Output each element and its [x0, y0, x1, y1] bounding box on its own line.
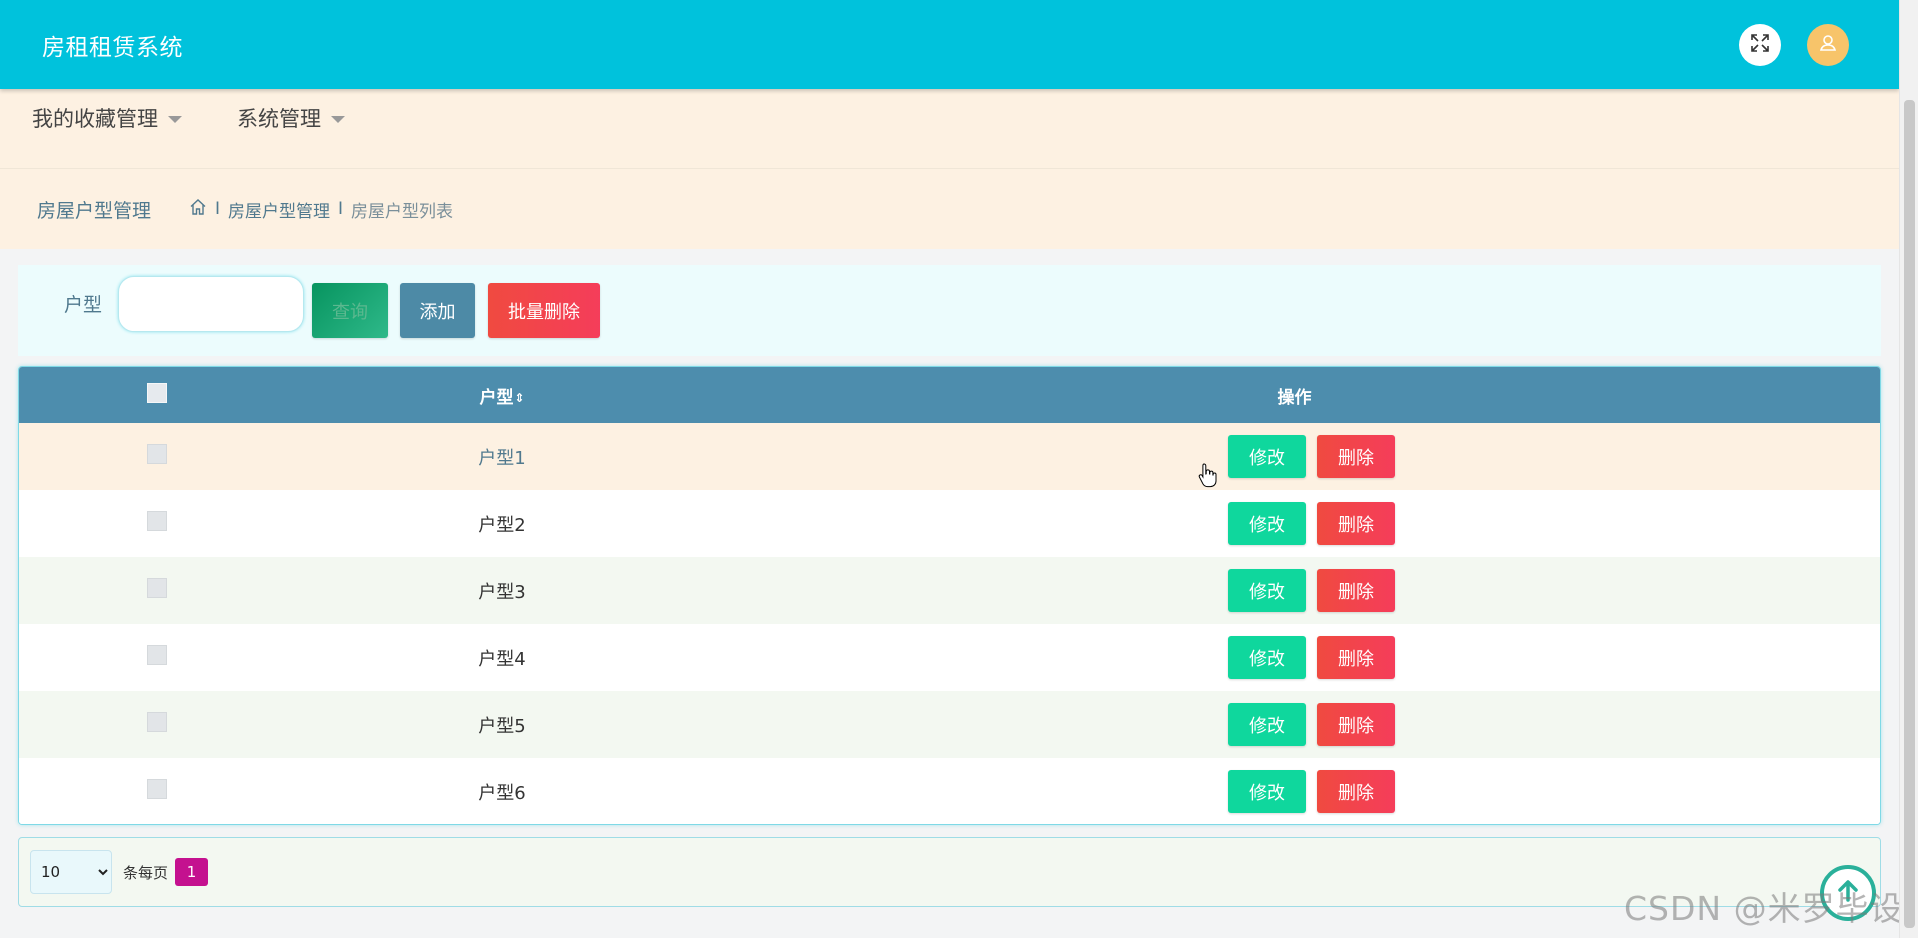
- top-menu: 我的收藏管理 系统管理: [0, 89, 1899, 169]
- table-row: 户型1 修改 删除: [19, 423, 1880, 490]
- top-header: 房租租赁系统: [0, 0, 1899, 89]
- menu-item-label: 我的收藏管理: [32, 107, 158, 131]
- breadcrumb-link[interactable]: 房屋户型管理: [228, 197, 330, 222]
- row-checkbox[interactable]: [147, 779, 167, 799]
- search-button[interactable]: 查询: [312, 283, 389, 338]
- row-name: 户型3: [478, 581, 526, 603]
- edit-button[interactable]: 修改: [1228, 569, 1306, 612]
- breadcrumb-separator: I: [215, 199, 221, 219]
- user-avatar-button[interactable]: [1807, 23, 1849, 66]
- select-all-checkbox[interactable]: [147, 382, 167, 403]
- page-title: 房屋户型管理: [37, 199, 152, 222]
- header-name[interactable]: 户型⇕: [295, 367, 709, 423]
- watermark: CSDN @米罗毕设: [1624, 889, 1904, 928]
- table-header-row: 户型⇕ 操作: [19, 367, 1880, 423]
- delete-button[interactable]: 删除: [1317, 703, 1395, 746]
- table-row: 户型3 修改 删除: [19, 557, 1880, 624]
- row-name: 户型5: [478, 715, 526, 737]
- batch-delete-button[interactable]: 批量删除: [488, 283, 601, 338]
- edit-button[interactable]: 修改: [1228, 703, 1306, 746]
- row-checkbox[interactable]: [147, 511, 167, 531]
- user-icon: [1818, 33, 1838, 57]
- page-number-current[interactable]: 1: [175, 858, 209, 886]
- row-name: 户型4: [478, 648, 526, 670]
- header-action: 操作: [709, 367, 1880, 423]
- edit-button[interactable]: 修改: [1228, 502, 1306, 545]
- column-action-label: 操作: [1277, 387, 1312, 408]
- data-table: 户型⇕ 操作 户型1 修改 删除 户型2 修改 删除 户型3 修改 删除 户型4…: [18, 366, 1881, 825]
- row-actions: 修改 删除: [1228, 636, 1395, 679]
- breadcrumb-panel: 房屋户型管理 I 房屋户型管理 I 房屋户型列表: [0, 169, 1899, 249]
- row-actions: 修改 删除: [1228, 435, 1395, 478]
- delete-button[interactable]: 删除: [1317, 569, 1395, 612]
- row-checkbox[interactable]: [147, 712, 167, 732]
- hand-cursor-icon: [1198, 462, 1218, 492]
- edit-button[interactable]: 修改: [1228, 770, 1306, 813]
- search-panel: 户型 查询 添加 批量删除: [18, 265, 1881, 356]
- fullscreen-button[interactable]: [1739, 23, 1781, 66]
- table-row: 户型5 修改 删除: [19, 691, 1880, 758]
- delete-button[interactable]: 删除: [1317, 636, 1395, 679]
- page-scrollbar[interactable]: [1899, 0, 1918, 938]
- fullscreen-icon: [1750, 33, 1770, 57]
- row-checkbox[interactable]: [147, 444, 167, 464]
- menu-system[interactable]: 系统管理: [237, 103, 345, 133]
- column-name-label: 户型: [479, 387, 514, 408]
- breadcrumb-current: 房屋户型列表: [351, 201, 454, 222]
- per-page-label: 条每页: [123, 863, 169, 882]
- row-checkbox[interactable]: [147, 645, 167, 665]
- page-size-select[interactable]: 10: [30, 850, 112, 894]
- search-label: 户型: [64, 294, 103, 316]
- table-row: 户型4 修改 删除: [19, 624, 1880, 691]
- search-input[interactable]: [118, 275, 305, 332]
- pagination: 10 条每页 1: [18, 837, 1881, 907]
- breadcrumb-separator: I: [338, 199, 344, 219]
- add-button[interactable]: 添加: [400, 283, 476, 338]
- breadcrumb: I 房屋户型管理 I 房屋户型列表: [189, 197, 453, 222]
- header-actions: [1739, 23, 1849, 66]
- edit-button[interactable]: 修改: [1228, 636, 1306, 679]
- delete-button[interactable]: 删除: [1317, 770, 1395, 813]
- page: 房租租赁系统 我的收藏管理 系统管理 房屋户型管理 I 房屋户型管理 I 房屋户…: [0, 0, 1918, 938]
- scrollbar-thumb[interactable]: [1904, 100, 1915, 928]
- sort-icon[interactable]: ⇕: [514, 391, 524, 405]
- delete-button[interactable]: 删除: [1317, 502, 1395, 545]
- header-select-all: [19, 367, 295, 423]
- table-row: 户型2 修改 删除: [19, 490, 1880, 557]
- row-name: 户型1: [478, 447, 526, 469]
- home-icon[interactable]: [189, 198, 207, 221]
- table-row: 户型6 修改 删除: [19, 758, 1880, 824]
- row-name: 户型2: [478, 514, 526, 536]
- row-name: 户型6: [478, 782, 526, 804]
- chevron-down-icon: [331, 115, 345, 123]
- row-actions: 修改 删除: [1228, 502, 1395, 545]
- menu-item-label: 系统管理: [237, 107, 321, 131]
- menu-my-favorites[interactable]: 我的收藏管理: [32, 103, 182, 133]
- row-actions: 修改 删除: [1228, 703, 1395, 746]
- row-checkbox[interactable]: [147, 578, 167, 598]
- delete-button[interactable]: 删除: [1317, 435, 1395, 478]
- row-actions: 修改 删除: [1228, 569, 1395, 612]
- row-actions: 修改 删除: [1228, 770, 1395, 813]
- chevron-down-icon: [168, 115, 182, 123]
- app-title: 房租租赁系统: [42, 34, 183, 61]
- edit-button[interactable]: 修改: [1228, 435, 1306, 478]
